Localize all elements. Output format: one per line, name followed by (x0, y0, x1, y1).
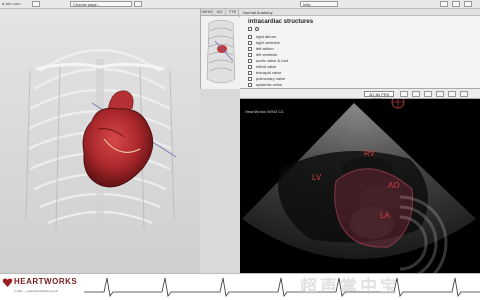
echo-ctl-3[interactable] (424, 91, 432, 97)
structure-checkbox[interactable] (248, 46, 252, 51)
select-all-checkbox[interactable] (248, 27, 252, 31)
heart-logo-icon (2, 278, 13, 287)
structure-label: systemic veins (256, 82, 283, 87)
dropdown-go-button[interactable] (134, 1, 142, 7)
page-dropdown[interactable]: Choose page... (70, 1, 132, 7)
label-ao: AO (388, 181, 400, 190)
echo-toolbar: 2D 3D FR3 CW3 ✓ (240, 89, 480, 102)
structure-checkbox[interactable] (248, 70, 252, 75)
thumbnail-torso-image[interactable] (201, 17, 241, 89)
structure-label: mitral valve (256, 64, 277, 69)
structure-checkbox[interactable] (248, 40, 252, 45)
page-dropdown-label: Choose page... (73, 2, 101, 7)
ribcage-heart-illustration (25, 48, 177, 230)
structure-label: aortic valve & root (256, 58, 289, 63)
echo-ctl-4[interactable] (436, 91, 444, 97)
structure-label: right atrium (256, 34, 277, 39)
structure-checkbox[interactable] (248, 76, 252, 81)
top-bar: ● site.com Choose page... help (0, 0, 480, 9)
show-all-radio-icon[interactable] (255, 27, 259, 31)
label-lv: LV (312, 173, 322, 182)
structure-checkbox[interactable] (248, 64, 252, 69)
structures-panel: Normal Anatomy intracardiac structures r… (240, 9, 480, 89)
thumb-tab-xo[interactable]: XO (214, 9, 226, 15)
thumbnail-tabs: VIEW XO TTE (201, 9, 241, 16)
help-box[interactable]: help (300, 1, 338, 7)
thumbnail-panel: VIEW XO TTE (200, 9, 241, 89)
structure-checkbox[interactable] (248, 34, 252, 39)
brand-url: © IHS — www.heartworks.me.uk (14, 289, 58, 293)
thumb-tab-tte[interactable]: TTE (227, 9, 239, 15)
back-button[interactable] (32, 1, 40, 7)
echo-ctl-5[interactable] (448, 91, 456, 97)
thumb-tab-view[interactable]: VIEW (201, 9, 213, 15)
heartworks-logo: HEARTWORKS © IHS — www.heartworks.me.uk (0, 274, 82, 300)
echo-info-text: HeartWorks W/N3 C3 (245, 109, 284, 114)
minimize-button[interactable] (440, 1, 448, 7)
structures-header: Normal Anatomy (240, 9, 480, 16)
watermark-text: 超声掌中宝 (300, 277, 400, 296)
ultrasound-image (242, 99, 476, 273)
structure-label: pulmonary valve (256, 76, 286, 81)
structure-item[interactable]: systemic veins (248, 82, 282, 88)
echo-ctl-1[interactable] (400, 91, 408, 97)
structure-checkbox[interactable] (248, 82, 252, 87)
maximize-button[interactable] (452, 1, 460, 7)
help-label: help (303, 2, 311, 7)
structure-checkbox[interactable] (248, 58, 252, 63)
structure-label: left ventricle (256, 52, 278, 57)
brand-name: HEARTWORKS (14, 277, 78, 286)
structures-title: intracardiac structures (248, 19, 314, 25)
app-logo: ● site.com (2, 1, 21, 6)
bottom-strip: HEARTWORKS © IHS — www.heartworks.me.uk (0, 273, 480, 300)
3d-heart-view[interactable] (0, 9, 200, 273)
echo-ctl-6[interactable] (460, 91, 468, 97)
ecg-trace (84, 274, 480, 300)
structure-checkbox[interactable] (248, 52, 252, 57)
echo-mode-selector[interactable]: 2D 3D FR3 CW3 ✓ (364, 91, 394, 102)
label-la: LA (380, 211, 390, 220)
structure-label: right ventricle (256, 40, 280, 45)
echo-ctl-2[interactable] (412, 91, 420, 97)
structures-header-label: Normal Anatomy (243, 10, 273, 15)
close-button[interactable] (464, 1, 472, 7)
echo-view[interactable]: HeartWorks W/N3 C3 RV LV AO LA (240, 99, 480, 273)
label-rv: RV (364, 149, 375, 158)
structure-label: left atrium (256, 46, 274, 51)
structure-label: tricuspid valve (256, 70, 282, 75)
